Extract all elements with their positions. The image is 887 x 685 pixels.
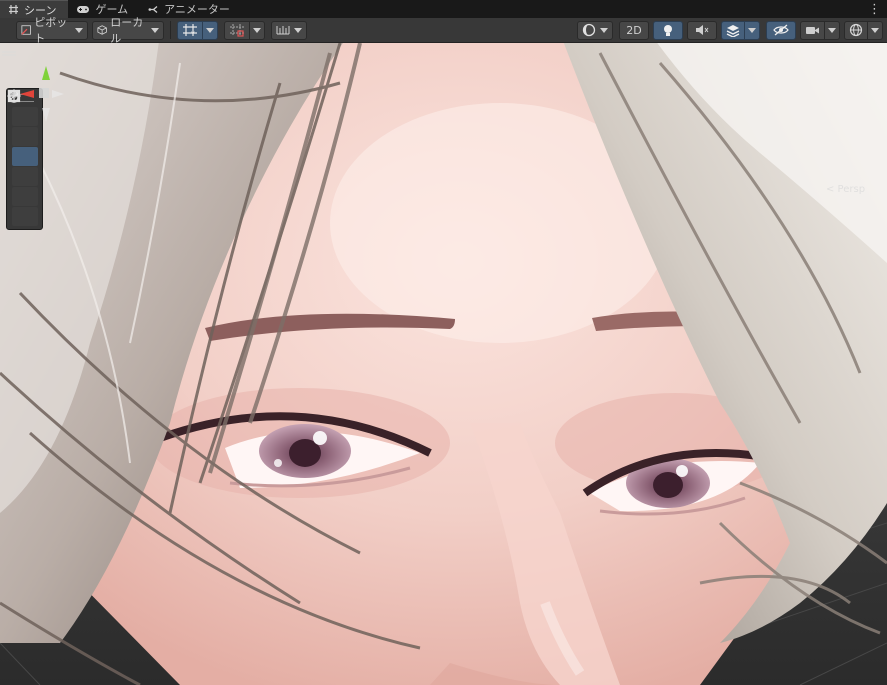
chevron-down-icon bbox=[748, 27, 756, 33]
pivot-icon bbox=[21, 25, 31, 35]
snap-options-dropdown[interactable] bbox=[250, 20, 265, 40]
scene-toolbar: ピボット ローカル Y 2D bbox=[0, 16, 887, 45]
pivot-label: ピボット bbox=[34, 16, 68, 45]
shading-sphere-icon bbox=[582, 23, 596, 37]
svg-text:x: x bbox=[12, 91, 17, 100]
orientation-gizmo[interactable]: x bbox=[0, 46, 96, 156]
chevron-down-icon bbox=[828, 27, 836, 33]
snap-toggle-button[interactable] bbox=[224, 20, 250, 40]
increment-snap-dropdown[interactable] bbox=[271, 20, 307, 40]
scene-viewport[interactable]: x < Persp bbox=[0, 43, 887, 685]
cube-icon bbox=[97, 25, 107, 35]
scene-visibility-button[interactable] bbox=[766, 20, 796, 40]
tab-animator[interactable]: アニメーター bbox=[140, 0, 242, 18]
audio-toggle-button[interactable] bbox=[687, 20, 717, 40]
snap-grid-icon bbox=[230, 24, 244, 37]
eye-hidden-icon bbox=[773, 24, 789, 36]
grid-toggle-button[interactable]: Y bbox=[177, 20, 203, 40]
grid-icon: Y bbox=[183, 24, 197, 37]
grid-options-dropdown[interactable] bbox=[203, 20, 218, 40]
svg-text:Y: Y bbox=[190, 31, 195, 37]
chevron-down-icon bbox=[75, 27, 83, 33]
draw-mode-dropdown[interactable] bbox=[577, 20, 613, 40]
scale-tool-button[interactable] bbox=[7, 89, 38, 186]
chevron-down-icon bbox=[600, 27, 608, 33]
gizmos-split bbox=[844, 20, 883, 40]
gamepad-icon bbox=[77, 5, 90, 13]
x-axis-cone-icon bbox=[20, 90, 34, 98]
character-face-render bbox=[0, 43, 887, 685]
lighting-toggle-button[interactable] bbox=[653, 20, 683, 40]
layers-icon bbox=[726, 24, 740, 37]
ruler-icon bbox=[276, 26, 290, 35]
gizmos-button[interactable] bbox=[844, 20, 868, 40]
pivot-dropdown[interactable]: ピボット bbox=[16, 16, 88, 45]
rect-tool-button[interactable] bbox=[8, 90, 38, 206]
globe-gizmo-icon bbox=[849, 23, 863, 37]
more-options-icon[interactable]: ⋮ bbox=[868, 0, 881, 18]
camera-split bbox=[800, 20, 840, 40]
grid-snap-split: Y bbox=[177, 20, 218, 40]
effects-toggle-button[interactable] bbox=[721, 20, 745, 40]
effects-dropdown[interactable] bbox=[745, 20, 760, 40]
chevron-down-icon bbox=[253, 27, 261, 33]
lightbulb-icon bbox=[664, 24, 672, 36]
chevron-down-icon bbox=[206, 27, 214, 33]
2d-label: 2D bbox=[626, 23, 642, 37]
camera-settings-button[interactable] bbox=[800, 20, 825, 40]
camera-icon bbox=[806, 26, 819, 34]
hash-grid-icon bbox=[9, 5, 18, 14]
projection-label[interactable]: < Persp bbox=[826, 184, 865, 195]
chevron-down-icon bbox=[151, 27, 159, 33]
effects-split bbox=[721, 20, 760, 40]
animator-icon bbox=[148, 5, 158, 13]
local-dropdown[interactable]: ローカル bbox=[92, 16, 164, 45]
transform-tool-button[interactable] bbox=[7, 89, 38, 226]
tab-animator-label: アニメーター bbox=[164, 3, 230, 16]
snap-split bbox=[224, 20, 265, 40]
2d-mode-button[interactable]: 2D bbox=[619, 20, 649, 40]
camera-dropdown[interactable] bbox=[825, 20, 840, 40]
y-axis-cone-icon bbox=[42, 66, 50, 80]
chevron-down-icon bbox=[294, 27, 302, 33]
chevron-down-icon bbox=[871, 27, 879, 33]
gizmos-dropdown[interactable] bbox=[868, 20, 883, 40]
speaker-muted-icon bbox=[696, 25, 709, 35]
local-label: ローカル bbox=[110, 16, 144, 45]
toolbar-separator bbox=[170, 21, 171, 39]
